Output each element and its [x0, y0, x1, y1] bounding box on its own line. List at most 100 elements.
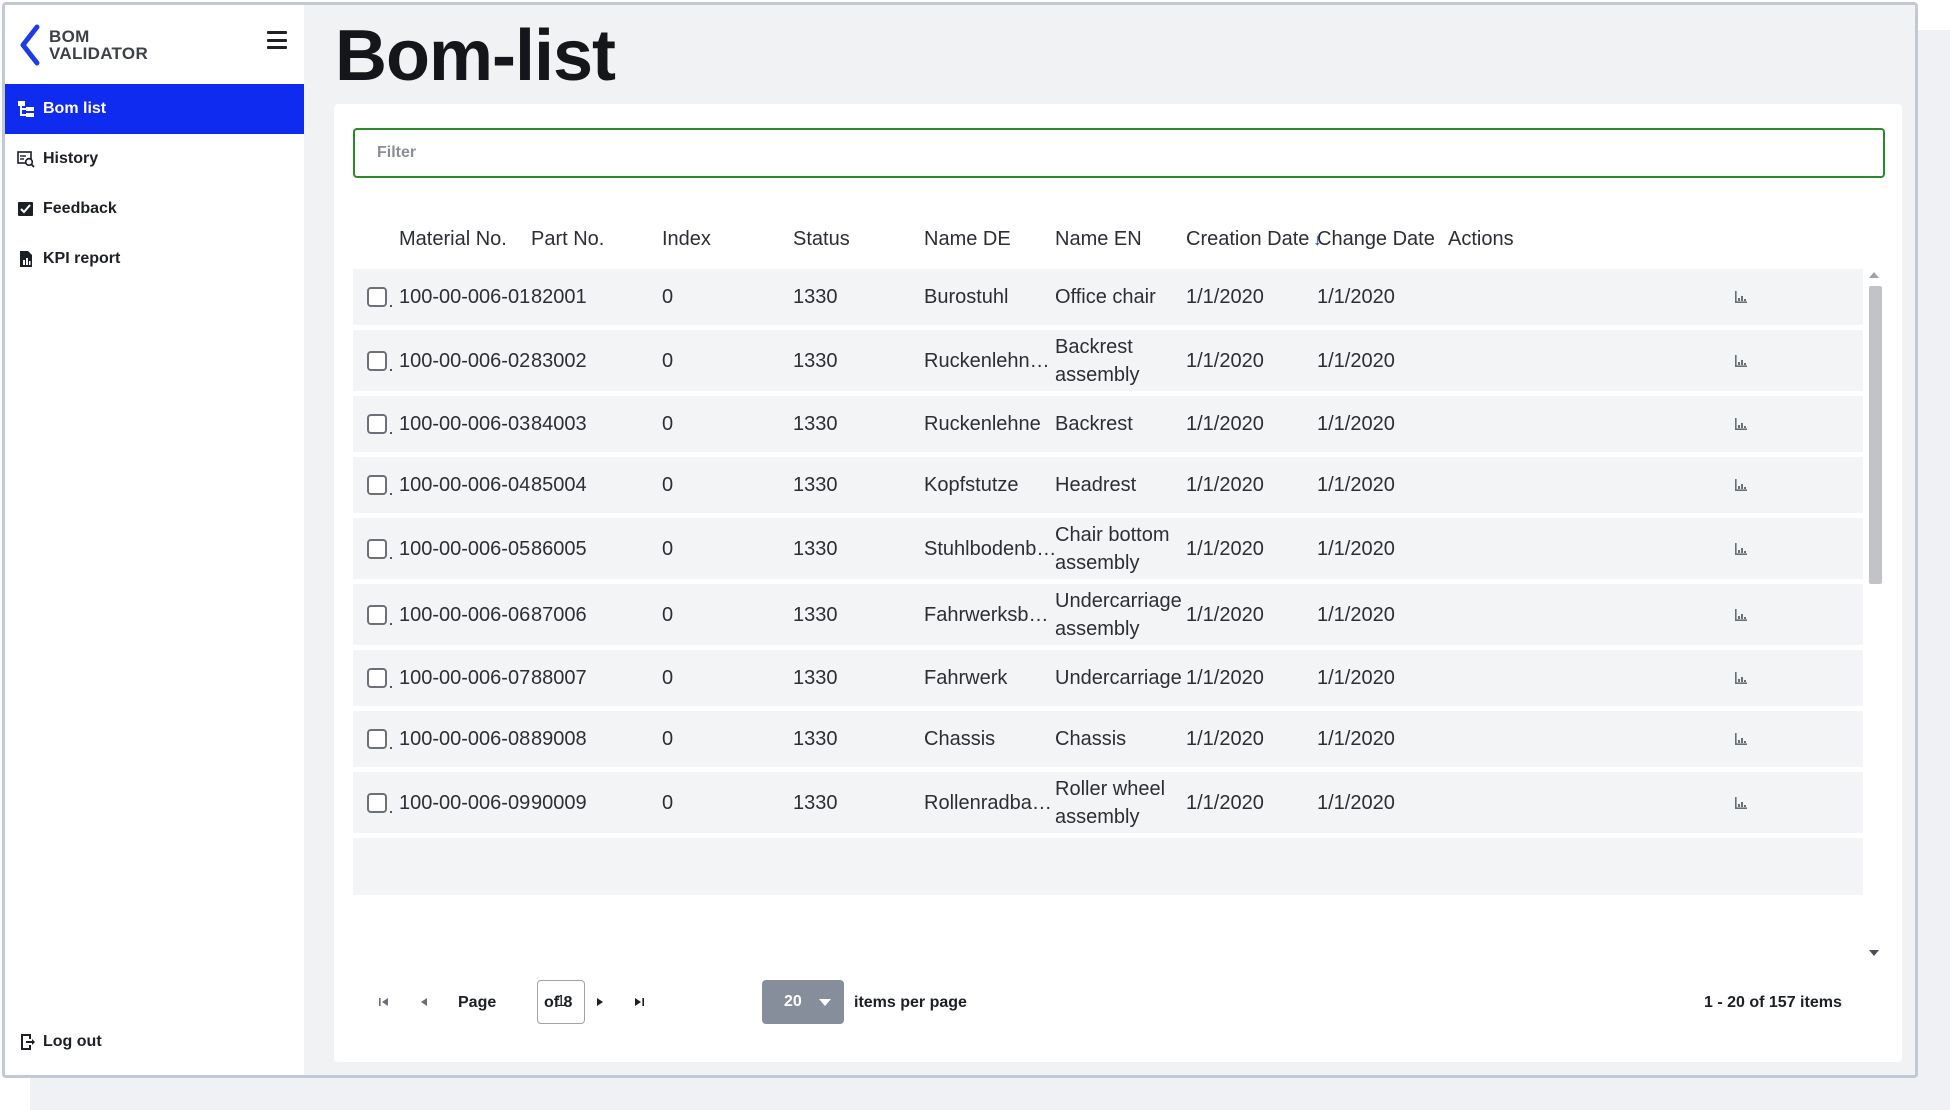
bar-chart-icon[interactable]	[1733, 353, 1749, 369]
sidebar-item-label: Bom list	[43, 100, 107, 117]
cell-index: 0	[662, 286, 674, 308]
cell-name-de: Stuhlbodenb…	[924, 537, 1057, 560]
column-header-creation-date[interactable]: Creation Date ↓	[1186, 228, 1321, 251]
sidebar-item-feedback[interactable]: Feedback	[5, 184, 304, 234]
filter-input[interactable]	[353, 128, 1885, 178]
sidebar: BOM VALIDATOR Bom list History Feedback …	[5, 5, 304, 1075]
cell-change-date: 1/1/2020	[1317, 603, 1395, 626]
cell-change-date: 1/1/2020	[1317, 413, 1395, 435]
cell-material-no: 100-00-006-05	[399, 537, 531, 560]
row-checkbox[interactable]	[367, 668, 387, 688]
sidebar-item-bom-list[interactable]: Bom list	[5, 84, 304, 134]
column-header-status[interactable]: Status	[793, 228, 850, 251]
bar-chart-icon[interactable]	[1733, 795, 1749, 811]
logout-button[interactable]: Log out	[19, 1033, 102, 1051]
bar-chart-icon[interactable]	[1733, 289, 1749, 305]
scroll-up-icon[interactable]	[1869, 272, 1879, 278]
table-row[interactable]: 100-00-006-08 89008 0 1330 Chassis Chassis 1/1…	[353, 711, 1863, 770]
cell-name-de: Fahrwerk	[924, 667, 1008, 689]
bar-chart-icon[interactable]	[1733, 607, 1749, 623]
column-header-index[interactable]: Index	[662, 228, 711, 251]
column-header-material-no[interactable]: Material No.	[399, 228, 507, 251]
table-body: 100-00-006-01 82001 0 1330 Burostuhl Office c…	[353, 269, 1863, 964]
table-header: Material No. Part No. Index Status Name …	[353, 214, 1863, 264]
cell-name-de: Kopfstutze	[924, 474, 1019, 496]
row-checkbox[interactable]	[367, 792, 387, 813]
table-row[interactable]: 100-00-006-06 87006 0 1330 Fahrwerksb… Underc…	[353, 584, 1863, 648]
sidebar-item-history[interactable]: History	[5, 134, 304, 184]
row-checkbox[interactable]	[367, 350, 387, 371]
next-page-icon[interactable]	[590, 992, 610, 1012]
sidebar-item-kpi-report[interactable]: KPI report	[5, 234, 304, 284]
cell-material-no: 100-00-006-06	[399, 603, 531, 626]
cell-name-en: Backrest assembly	[1055, 335, 1140, 386]
table-row[interactable]: 100-00-006-05 86005 0 1330 Stuhlbodenb… Chair…	[353, 518, 1863, 582]
cell-material-no: 100-00-006-08	[399, 728, 531, 750]
table-row[interactable]: 100-00-006-07 88007 0 1330 Fahrwerk Undercarr…	[353, 650, 1863, 709]
cell-creation-date: 1/1/2020	[1186, 728, 1264, 750]
cell-name-en: Undercarriage	[1055, 667, 1182, 689]
row-checkbox[interactable]	[367, 538, 387, 559]
logout-icon	[21, 1034, 35, 1050]
bar-chart-icon[interactable]	[1733, 541, 1749, 557]
row-checkbox[interactable]	[367, 287, 387, 307]
report-chart-icon	[20, 251, 32, 267]
table-row[interactable]	[353, 838, 1863, 898]
cell-part-no: 90009	[531, 791, 587, 814]
table-row[interactable]: 100-00-006-04 85004 0 1330 Kopfstutze Headres…	[353, 457, 1863, 516]
table-row[interactable]: 100-00-006-03 84003 0 1330 Ruckenlehne Backre…	[353, 396, 1863, 455]
cell-change-date: 1/1/2020	[1317, 791, 1395, 814]
cell-part-no: 89008	[531, 728, 587, 750]
row-checkbox-dot	[390, 556, 392, 559]
cell-creation-date: 1/1/2020	[1186, 413, 1264, 435]
cell-index: 0	[662, 791, 674, 814]
scroll-down-icon[interactable]	[1869, 950, 1879, 956]
cell-material-no: 100-00-006-03	[399, 413, 531, 435]
cell-name-de: Ruckenlehn…	[924, 349, 1050, 372]
chevron-down-icon	[819, 999, 831, 1006]
sidebar-item-label: Feedback	[43, 200, 117, 217]
bar-chart-icon[interactable]	[1733, 477, 1749, 493]
cell-status: 1330	[793, 537, 838, 560]
cell-name-en: Roller wheel assembly	[1055, 777, 1166, 828]
previous-page-icon[interactable]	[414, 992, 434, 1012]
page-title: Bom-list	[335, 16, 616, 96]
bar-chart-icon[interactable]	[1733, 731, 1749, 747]
table-row[interactable]: 100-00-006-01 82001 0 1330 Burostuhl Office c…	[353, 269, 1863, 328]
cell-change-date: 1/1/2020	[1317, 667, 1395, 689]
row-checkbox[interactable]	[367, 475, 387, 495]
cell-index: 0	[662, 667, 674, 689]
first-page-icon[interactable]	[374, 992, 394, 1012]
row-checkbox[interactable]	[367, 414, 387, 434]
column-header-name-en[interactable]: Name EN	[1055, 228, 1142, 251]
table-scrollbar[interactable]	[1865, 264, 1885, 964]
bar-chart-icon[interactable]	[1733, 670, 1749, 686]
cell-index: 0	[662, 603, 674, 626]
cell-status: 1330	[793, 728, 838, 750]
table-row[interactable]: 100-00-006-09 90009 0 1330 Rollenradba… Rolle…	[353, 772, 1863, 836]
column-header-part-no[interactable]: Part No.	[531, 228, 604, 251]
page-label: Page	[458, 994, 497, 1011]
tree-list-icon	[18, 101, 34, 117]
row-checkbox[interactable]	[367, 729, 387, 749]
cell-name-de: Rollenradba…	[924, 791, 1052, 814]
row-checkbox[interactable]	[367, 604, 387, 625]
last-page-icon[interactable]	[629, 992, 649, 1012]
cell-part-no: 85004	[531, 474, 587, 496]
bar-chart-icon[interactable]	[1733, 416, 1749, 432]
row-checkbox-dot	[390, 747, 392, 749]
cell-status: 1330	[793, 791, 838, 814]
table-row[interactable]: 100-00-006-02 83002 0 1330 Ruckenlehn… Backre…	[353, 330, 1863, 394]
column-header-change-date[interactable]: Change Date	[1317, 228, 1435, 251]
column-header-name-de[interactable]: Name DE	[924, 228, 1011, 251]
hamburger-menu-icon[interactable]	[267, 31, 287, 49]
app-logo[interactable]: BOM VALIDATOR	[17, 23, 148, 67]
items-per-page-label: items per page	[854, 994, 967, 1011]
page-size-select[interactable]: 20	[762, 980, 844, 1024]
cell-status: 1330	[793, 349, 838, 372]
page-count-label: of 8	[544, 994, 573, 1011]
cell-name-de: Ruckenlehne	[924, 413, 1041, 435]
cell-name-en: Backrest	[1055, 413, 1133, 435]
scrollbar-thumb[interactable]	[1869, 286, 1882, 584]
app-window: BOM VALIDATOR Bom list History Feedback …	[2, 2, 1918, 1078]
